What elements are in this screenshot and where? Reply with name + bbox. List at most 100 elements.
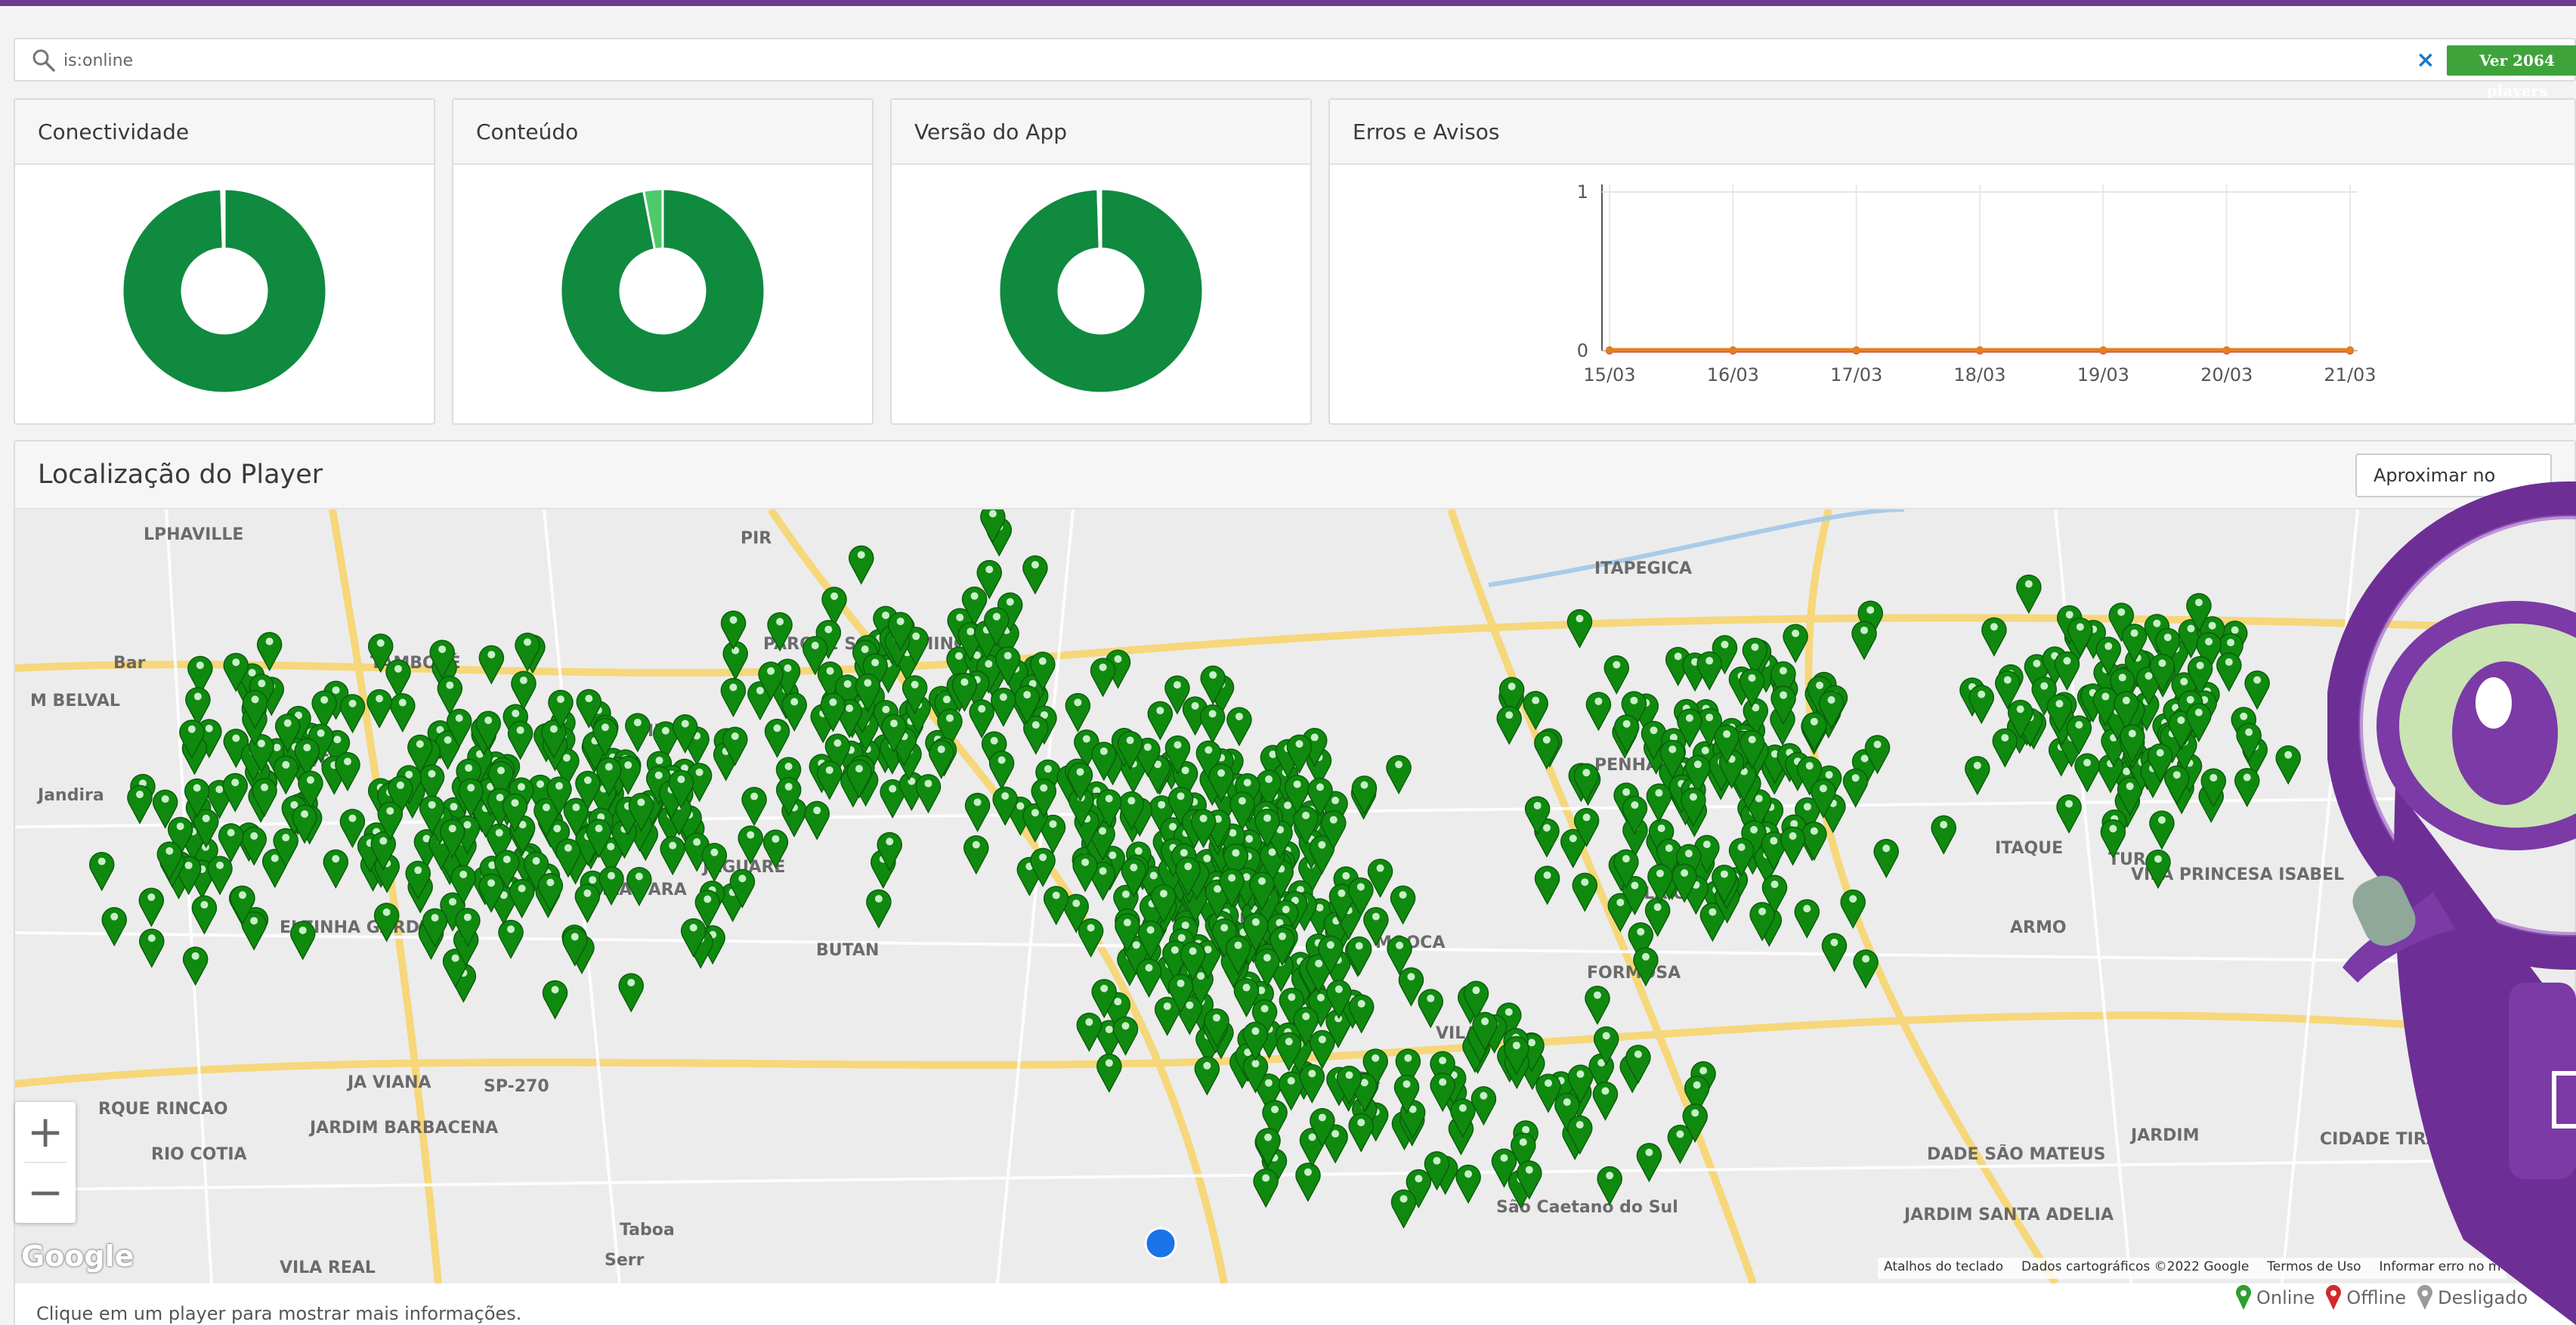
donut-slice-1 <box>220 189 226 250</box>
player-pin-dot <box>1331 797 1340 805</box>
player-pin-dot <box>693 838 701 847</box>
player-pin-dot <box>1121 890 1130 899</box>
player-pin-dot <box>1158 800 1166 809</box>
player-pin-dot <box>1081 858 1090 866</box>
search-input[interactable] <box>63 45 2255 76</box>
view-players-button[interactable]: Ver 2064 players <box>2447 45 2576 100</box>
player-pin-dot <box>1606 1172 1614 1180</box>
player-pin-dot <box>1232 849 1240 857</box>
player-pin-dot <box>601 723 609 732</box>
x-tick-label: 17/03 <box>1830 364 1882 385</box>
player-pin-dot <box>2109 825 2117 833</box>
player-pin-dot <box>161 795 169 803</box>
player-pin-dot <box>187 725 196 733</box>
x-tick-label: 18/03 <box>1953 364 2005 385</box>
player-pin-dot <box>972 841 980 849</box>
player-pin-dot <box>677 775 685 784</box>
player-pin-dot <box>1522 1125 1530 1134</box>
player-pin-dot <box>551 986 559 994</box>
player-pin-dot <box>512 709 520 717</box>
player-pin-dot <box>1371 912 1380 921</box>
player-pin-dot <box>1208 710 1217 718</box>
player-pin-dot <box>2122 696 2130 704</box>
player-pin-dot <box>1622 855 1630 863</box>
player-pin-dot <box>487 879 496 887</box>
place-label: DADE SÃO MATEUS <box>1927 1144 2105 1164</box>
zoom-out-button[interactable]: − <box>15 1162 76 1223</box>
player-pin-dot <box>1622 720 1631 728</box>
player-pin-dot <box>1371 1054 1380 1062</box>
player-pin-dot <box>2196 661 2204 670</box>
player-pin-dot <box>1146 926 1155 934</box>
player-pin-dot <box>2154 855 2162 863</box>
player-pin-dot <box>1052 891 1060 899</box>
player-pin-dot <box>303 744 311 752</box>
player-pin-dot <box>2001 734 2009 742</box>
player-pin-dot <box>1099 747 1108 755</box>
player-pin-dot <box>747 831 755 839</box>
player-pin-dot <box>1209 671 1217 680</box>
player-pin-dot <box>216 861 224 869</box>
player-pin-dot <box>1006 598 1014 606</box>
place-label: M BELVAL <box>30 692 120 710</box>
player-pin-dot <box>1170 946 1179 954</box>
player-pin-dot <box>532 856 540 865</box>
player-pin-dot <box>1287 1076 1295 1085</box>
player-pin-dot <box>320 695 329 704</box>
player-pin-dot <box>1191 701 1199 710</box>
place-label: PIR <box>741 529 772 548</box>
player-pin-dot <box>750 792 759 800</box>
player-pin-dot <box>1099 867 1107 875</box>
player-pin-dot <box>1439 1078 1447 1086</box>
x-tick-label: 21/03 <box>2324 364 2376 385</box>
player-pin-dot <box>238 891 246 899</box>
zoom-in-button[interactable]: + <box>15 1102 76 1162</box>
player-pin-dot <box>2118 673 2126 682</box>
player-pin-dot <box>756 686 764 695</box>
player-pin-dot <box>776 618 784 626</box>
player-pin-dot <box>1433 1156 1441 1165</box>
clear-search-icon[interactable]: × <box>2411 44 2441 77</box>
app-version-donut-chart[interactable] <box>999 189 1203 393</box>
player-pin-dot <box>1257 877 1266 885</box>
player-pin-dot <box>1504 1008 1513 1016</box>
player-pin-dot <box>1186 1001 1194 1009</box>
player-pin-dot <box>231 779 240 787</box>
player-pin-dot <box>1402 1080 1411 1088</box>
player-pin-dot <box>1376 864 1384 872</box>
player-pin-dot <box>1576 1121 1584 1129</box>
player-pin-dot <box>1163 1002 1171 1011</box>
player-pin-dot <box>985 565 994 574</box>
player-pin-dot <box>861 645 869 653</box>
player-pin-dot <box>1653 903 1662 912</box>
player-pin-dot <box>1750 825 1758 834</box>
map-canvas[interactable]: LPHAVILLETAMBORÉBarM BELVALCENTROJandira… <box>15 509 2574 1283</box>
content-donut-chart[interactable] <box>561 189 765 393</box>
place-label: Jandira <box>36 786 104 805</box>
player-pin-dot <box>1819 785 1827 793</box>
player-pin-dot <box>2130 629 2138 637</box>
player-pin-dot <box>2024 580 2033 588</box>
player-pin-dot <box>1203 854 1211 862</box>
player-pin-dot <box>1631 881 1639 890</box>
panel-title: Erros e Avisos <box>1330 100 2574 165</box>
player-pin-dot <box>1674 652 1682 661</box>
player-pin-dot <box>608 871 616 880</box>
player-pin-dot <box>495 828 503 837</box>
player-pin-dot <box>1360 781 1368 789</box>
player-pin-dot <box>1519 1138 1527 1147</box>
player-pin-dot <box>595 824 603 832</box>
player-map[interactable]: LPHAVILLE TAMBORÉ Bar M BELVAL CENTRO Jandira… <box>15 509 2574 1283</box>
keyboard-shortcuts-link[interactable]: Atalhos do teclado <box>1884 1259 2003 1277</box>
player-pin-dot <box>2063 657 2071 665</box>
player-pin-dot <box>589 876 597 884</box>
player-pin-dot <box>416 740 424 748</box>
y-tick-label: 0 <box>1577 340 1588 361</box>
player-pin-dot <box>2180 677 2188 686</box>
player-pin-dot <box>1265 775 1273 783</box>
connectivity-donut-chart[interactable] <box>122 189 326 393</box>
player-pin-dot <box>1458 1104 1467 1112</box>
player-pin-dot <box>1701 746 1709 754</box>
player-pin-dot <box>871 658 880 667</box>
player-pin-dot <box>1284 801 1292 810</box>
